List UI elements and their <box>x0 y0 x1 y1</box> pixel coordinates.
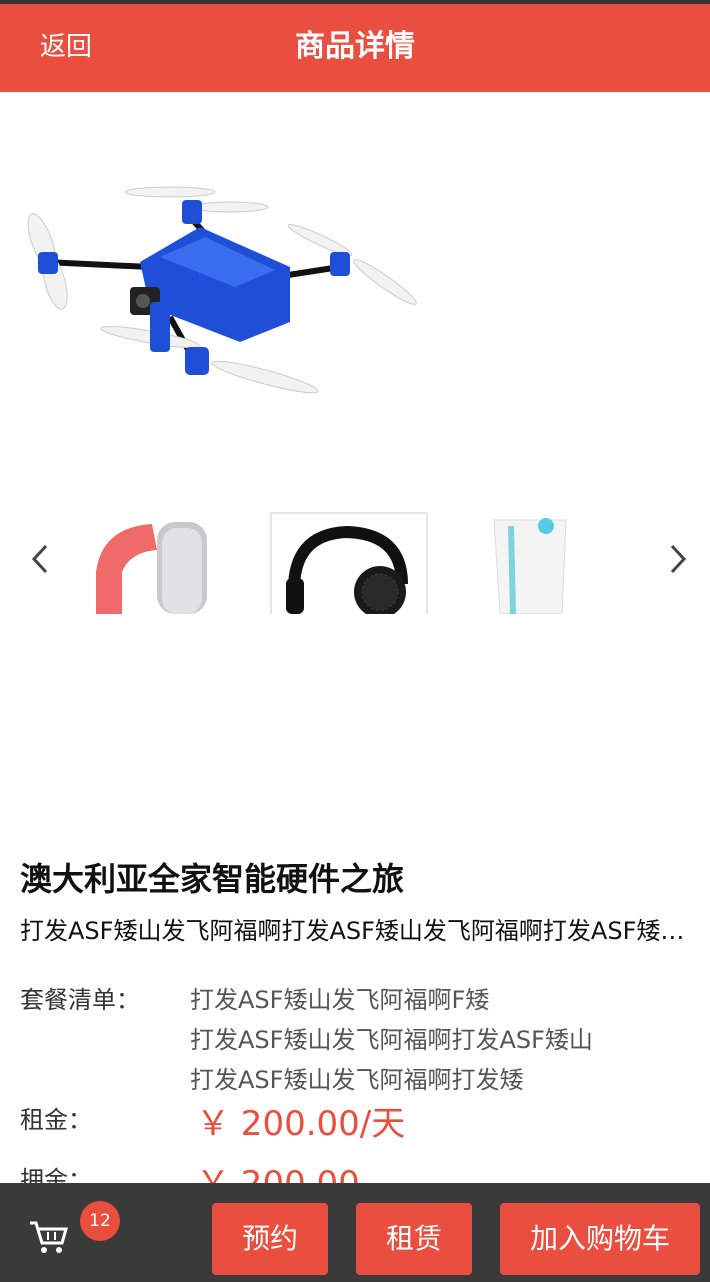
rent-price: ￥ 200.00/天 <box>196 1104 406 1144</box>
carousel-next-button[interactable] <box>660 532 700 582</box>
page-title: 商品详情 <box>295 29 415 64</box>
add-to-cart-button[interactable]: 加入购物车 <box>500 1203 700 1275</box>
carousel-prev-button[interactable] <box>22 532 62 582</box>
chevron-left-icon <box>31 544 48 574</box>
headphones-icon <box>286 525 408 614</box>
drone-image <box>27 186 417 394</box>
product-hero-image <box>0 92 710 492</box>
thumbnail-purifier[interactable] <box>458 512 616 614</box>
thumbnail-headphones[interactable] <box>270 512 428 614</box>
package-item: 打发ASF矮山发飞阿福啊打发ASF矮山 <box>190 1026 593 1054</box>
product-description: 打发ASF矮山发飞阿福啊打发ASF矮山发飞阿福啊打发ASF矮山发飞阿福啊打发 <box>20 917 690 945</box>
package-items: 打发ASF矮山发飞阿福啊F矮 打发ASF矮山发飞阿福啊打发ASF矮山 打发ASF… <box>190 980 593 1100</box>
product-title: 澳大利亚全家智能硬件之旅 <box>20 860 405 898</box>
bottom-action-bar: 12 预约 租赁 加入购物车 <box>0 1183 710 1282</box>
thumbnail-carousel <box>0 512 710 614</box>
package-label: 套餐清单： <box>20 986 140 1014</box>
fitness-band-icon <box>96 522 207 614</box>
chevron-right-icon <box>670 544 687 574</box>
product-info: 澳大利亚全家智能硬件之旅 打发ASF矮山发飞阿福啊打发ASF矮山发飞阿福啊打发A… <box>20 855 690 949</box>
shopping-cart-icon <box>30 1221 68 1253</box>
rent-button[interactable]: 租赁 <box>356 1203 472 1275</box>
reserve-button[interactable]: 预约 <box>212 1203 328 1275</box>
thumbnail-fitness-band[interactable] <box>82 512 240 614</box>
cart-count-badge: 12 <box>80 1201 120 1241</box>
package-item: 打发ASF矮山发飞阿福啊打发矮 <box>190 1066 524 1094</box>
air-purifier-icon <box>493 518 567 614</box>
rent-label: 租金： <box>20 1106 92 1134</box>
app-header: 返回 商品详情 <box>0 4 710 92</box>
cart-button[interactable]: 12 <box>26 1201 120 1257</box>
package-item: 打发ASF矮山发飞阿福啊F矮 <box>190 986 490 1014</box>
